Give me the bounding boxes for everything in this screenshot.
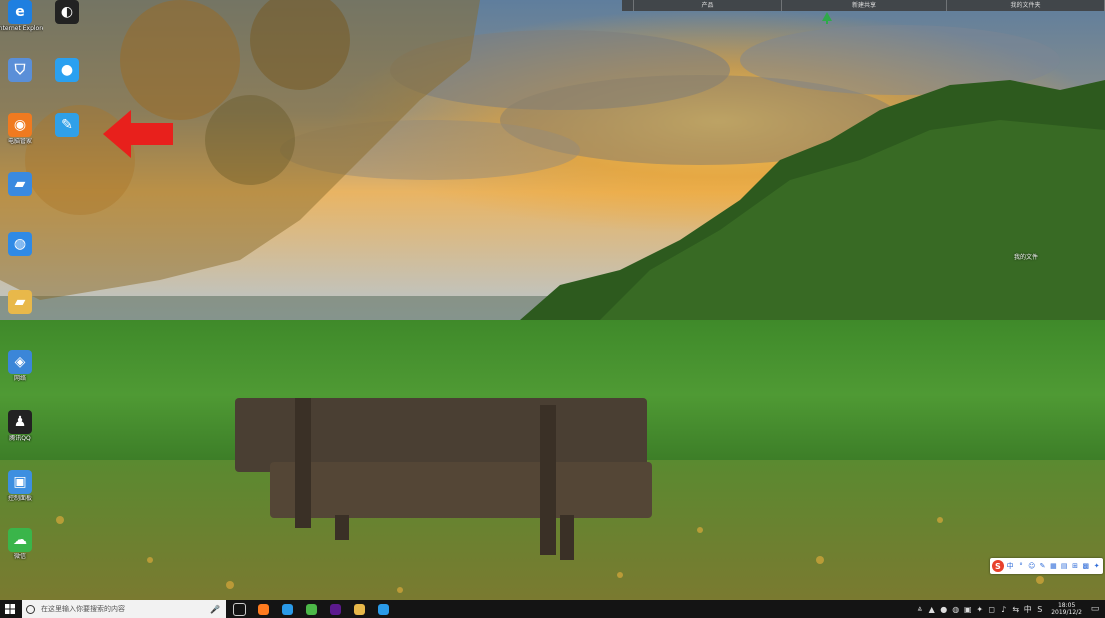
docked-window-tab[interactable]: 我的文件夹	[947, 0, 1105, 11]
taskbar: 在这里输入你要搜索的内容 🎤 ⩓ ▲ ● ◍ ▣ ✦ ◻ ♪ ⇆ 中 S 18:05 2019/12…	[0, 600, 1105, 618]
taskbar-app-button[interactable]	[324, 600, 346, 618]
tray-icon[interactable]: ♪	[999, 605, 1008, 614]
obs-icon: ◐	[55, 0, 79, 24]
desktop-icon-label: 控制面板	[7, 495, 32, 502]
tray-icon[interactable]: ◻	[987, 605, 996, 614]
360-icon	[305, 603, 317, 615]
tencent-manager-icon: ◉	[8, 113, 32, 137]
ime-tool-icon[interactable]: °	[1017, 562, 1026, 570]
desktop-icon[interactable]: ⛉	[0, 58, 43, 83]
clock-date: 2019/12/2	[1051, 609, 1082, 616]
feather-icon: ✎	[55, 113, 79, 137]
tray-icon[interactable]: ✦	[975, 605, 984, 614]
ime-tool-icon[interactable]: ☺	[1027, 562, 1036, 570]
tray-icon[interactable]: ⇆	[1011, 605, 1020, 614]
desktop-icon[interactable]: ♟ 腾讯QQ	[0, 410, 43, 443]
ime-tool-icon[interactable]: ✦	[1092, 562, 1101, 570]
clock-time: 18:05	[1057, 602, 1076, 609]
desktop-icon-label: Internet Explorer	[0, 25, 43, 32]
taskbar-app-button[interactable]	[372, 600, 394, 618]
network-icon: ◈	[8, 350, 32, 374]
tray-icon[interactable]: ▲	[927, 605, 936, 614]
tray-icon[interactable]: ●	[939, 605, 948, 614]
desktop-wallpaper	[0, 0, 1105, 600]
premiere-icon	[329, 603, 341, 615]
ime-tool-icon[interactable]: 中	[1006, 561, 1015, 571]
ie-icon: e	[8, 0, 32, 24]
taskbar-app-button[interactable]	[228, 600, 250, 618]
globe-icon: ◍	[8, 232, 32, 256]
taskbar-app-button[interactable]	[348, 600, 370, 618]
desktop-icon[interactable]: ▣ 控制面板	[0, 470, 43, 503]
writer-app-icon	[377, 603, 389, 615]
desktop-icon[interactable]: eInternet Explorer	[0, 0, 43, 33]
firefox-icon	[257, 603, 269, 615]
desktop-icon-label: 腾讯QQ	[9, 435, 31, 442]
browser-icon	[281, 603, 293, 615]
docked-window-tab[interactable]: 新建共享	[782, 0, 947, 11]
wechat-icon: ☁	[8, 528, 32, 552]
cortana-icon	[26, 604, 35, 614]
search-placeholder: 在这里输入你要搜索的内容	[41, 605, 125, 613]
tray-icon[interactable]: ▣	[963, 605, 972, 614]
tray-icon[interactable]: 中	[1023, 604, 1032, 615]
tray-icon[interactable]: ◍	[951, 605, 960, 614]
message-icon: ●	[55, 58, 79, 82]
ime-tool-icon[interactable]: ▤	[1060, 562, 1069, 570]
docked-window-tab[interactable]	[622, 0, 634, 11]
folder-icon: ▰	[8, 290, 32, 314]
desktop-icon[interactable]: ◉ 电脑管家	[0, 113, 43, 146]
docked-window-tab[interactable]: 产品	[634, 0, 782, 11]
ime-tool-icon[interactable]: ▦	[1049, 562, 1058, 570]
desktop-icon-label: 微信	[13, 553, 26, 560]
start-button[interactable]	[0, 600, 20, 618]
tray-icon[interactable]: S	[1035, 605, 1044, 614]
taskbar-clock[interactable]: 18:05 2019/12/2	[1051, 602, 1082, 616]
ime-tool-icon[interactable]: ⊞	[1071, 562, 1080, 570]
windows-logo-icon	[5, 604, 15, 614]
tray-icon[interactable]: ⩓	[915, 604, 924, 614]
docked-windows-strip: 产品 新建共享 我的文件夹	[622, 0, 1105, 11]
desktop-icon[interactable]: ◐	[44, 0, 90, 25]
ime-tool-icon[interactable]: ▩	[1081, 562, 1090, 570]
desktop-icon[interactable]: ◈ 网络	[0, 350, 43, 383]
desktop-icon[interactable]: ●	[44, 58, 90, 83]
red-arrow-icon	[103, 110, 173, 158]
ime-tool-icon[interactable]: ✎	[1038, 562, 1047, 570]
desktop-icon[interactable]: ▰	[0, 172, 43, 197]
tree-marker-icon	[822, 12, 832, 24]
desktop-icon-label: 网络	[13, 375, 26, 382]
control-panel-icon: ▣	[8, 470, 32, 494]
desktop-icon[interactable]: ✎	[44, 113, 90, 138]
sogou-logo-icon[interactable]: S	[992, 560, 1004, 572]
file-explorer-icon	[353, 603, 365, 615]
folder-blue-icon: ▰	[8, 172, 32, 196]
system-tray: ⩓ ▲ ● ◍ ▣ ✦ ◻ ♪ ⇆ 中 S 18:05 2019/12/2 ▭	[915, 600, 1105, 618]
desktop-icon-label: 电脑管家	[7, 138, 32, 145]
desktop-label-my-files[interactable]: 我的文件	[1014, 252, 1038, 261]
ime-toolbar[interactable]: S 中 ° ☺ ✎ ▦ ▤ ⊞ ▩ ✦	[990, 558, 1103, 574]
desktop-icon[interactable]: ▰	[0, 290, 43, 315]
task-view-icon	[232, 602, 246, 616]
taskbar-search-box[interactable]: 在这里输入你要搜索的内容 🎤	[22, 600, 226, 618]
notification-center-icon[interactable]: ▭	[1089, 604, 1101, 614]
taskbar-app-button[interactable]	[276, 600, 298, 618]
taskbar-app-button[interactable]	[252, 600, 274, 618]
microphone-icon[interactable]: 🎤	[210, 605, 220, 614]
taskbar-app-button[interactable]	[300, 600, 322, 618]
qq-icon: ♟	[8, 410, 32, 434]
shield-icon: ⛉	[8, 58, 32, 82]
desktop-icon[interactable]: ☁ 微信	[0, 528, 43, 561]
desktop-icon[interactable]: ◍	[0, 232, 43, 257]
